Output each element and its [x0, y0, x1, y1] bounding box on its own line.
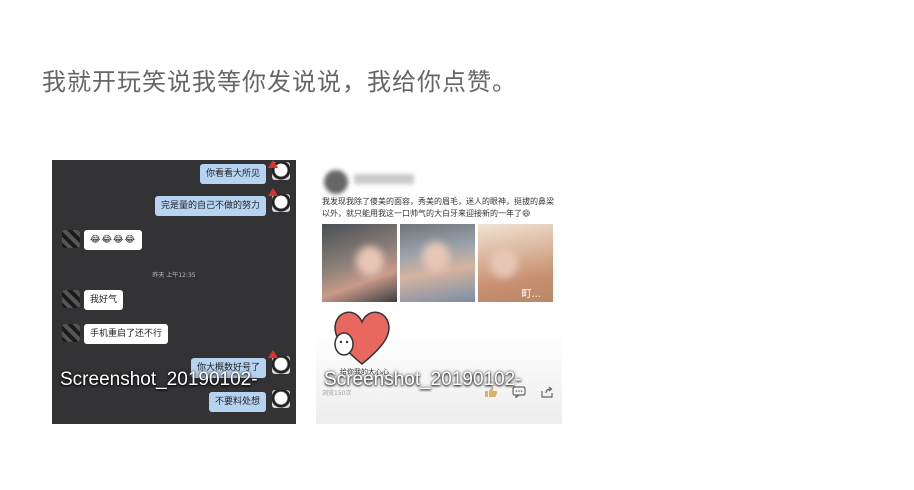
screenshot-thumbnail-feed[interactable]: 我发现我除了傻美的面容，秀美的眉毛，迷人的眼神，挺拔的鼻梁以外，就只能用我这一口… [316, 160, 562, 424]
santa-hat-icon [268, 350, 278, 358]
chat-bubble-right: 完是量的自己不做的努力 [154, 196, 266, 216]
user-avatar [272, 194, 290, 212]
chat-timestamp: 昨天 上午12:35 [152, 272, 196, 279]
chat-bubble-right: 不要料处想 [208, 392, 266, 412]
thumbnail-caption: Screenshot_20190102- [324, 369, 522, 390]
chat-bubble-left: 我好气 [84, 290, 124, 310]
user-avatar [272, 356, 290, 374]
chat-bubble-right: 你看看大所见 [199, 164, 266, 184]
post-photo [322, 224, 397, 302]
chat-bubble-left: 😂😂😂😂 [84, 230, 143, 250]
user-avatar [272, 390, 290, 408]
friend-avatar [62, 230, 80, 248]
screenshot-thumbnail-chat[interactable]: 你看看大所见 完是量的自己不做的努力 😂😂😂😂 昨天 上午12:35 我好气 手… [52, 160, 296, 424]
post-photo [400, 224, 475, 302]
heart-sticker-icon [334, 311, 390, 365]
headline-text: 我就开玩笑说我等你发说说，我给你点赞。 [42, 68, 517, 96]
photo-label: 町... [521, 289, 541, 300]
poster-avatar [324, 170, 348, 194]
thumbnail-caption: Screenshot_20190102- [60, 369, 258, 390]
post-text: 我发现我除了傻美的面容，秀美的眉毛，迷人的眼神，挺拔的鼻梁以外，就只能用我这一口… [322, 197, 554, 218]
chat-bubble-left: 手机重启了还不行 [84, 324, 169, 344]
poster-name-blurred [354, 174, 414, 184]
santa-hat-icon [268, 188, 278, 196]
share-icon[interactable] [540, 386, 554, 398]
friend-avatar [62, 324, 80, 342]
post-photo: 町... [478, 224, 553, 302]
friend-avatar [62, 290, 80, 308]
santa-hat-icon [268, 160, 278, 168]
